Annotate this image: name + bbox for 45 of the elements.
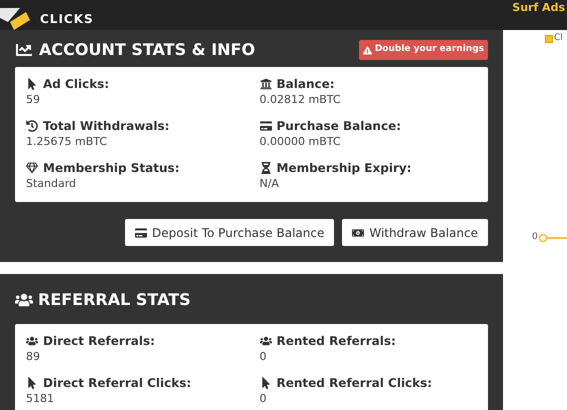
stat-label: Ad Clicks:	[43, 76, 110, 92]
credit-card-icon	[260, 120, 272, 132]
stat-label: Membership Status:	[43, 160, 180, 176]
logo-text: CLICKS	[40, 11, 94, 28]
stat-label: Total Withdrawals:	[43, 118, 170, 134]
banknote-icon	[352, 226, 364, 238]
stat-value: 0.02812 mBTC	[260, 92, 342, 108]
panel-title: REFERRAL STATS	[38, 289, 191, 311]
cursor-icon	[26, 377, 38, 389]
stat-label: Membership Expiry:	[276, 160, 412, 176]
legend-label: Cl	[554, 32, 563, 45]
stat-value: N/A	[260, 176, 280, 192]
diamond-icon	[26, 162, 38, 174]
stat-value: 0.00000 mBTC	[260, 134, 342, 150]
action-button[interactable]: Deposit To Purchase Balance	[125, 219, 334, 246]
stat-value: Standard	[26, 176, 78, 192]
hourglass-icon	[260, 162, 272, 174]
credit-card-icon	[135, 226, 148, 238]
stat-value: 1.25675 mBTC	[26, 134, 108, 150]
legend-swatch	[545, 34, 553, 43]
users-icon	[260, 335, 272, 347]
users-icon	[15, 292, 33, 308]
stat-value: 89	[26, 349, 41, 365]
stat-value: 5181	[26, 391, 55, 407]
stat-value: 0	[260, 391, 268, 407]
stat-label: Rented Referral Clicks:	[276, 375, 432, 391]
warning-icon	[362, 46, 372, 54]
surf-ads-link[interactable]: Surf Ads	[512, 1, 565, 14]
stat-value: 59	[26, 92, 41, 108]
users-icon	[26, 335, 38, 347]
action-button[interactable]: Withdraw Balance	[342, 219, 488, 246]
stat-label: Balance:	[276, 76, 335, 92]
cursor-icon	[260, 377, 272, 389]
stat-label: Direct Referral Clicks:	[43, 375, 192, 391]
stat-label: Direct Referrals:	[43, 333, 155, 349]
stat-value: 0	[260, 349, 268, 365]
axis-tick-label: 0	[532, 231, 538, 244]
chart-line-icon	[15, 42, 33, 58]
history-icon	[26, 120, 38, 132]
promo-badge[interactable]: Double your earnings	[358, 40, 488, 60]
panel-title: ACCOUNT STATS & INFO	[39, 39, 256, 61]
stat-label: Purchase Balance:	[276, 118, 402, 134]
bank-icon	[260, 78, 272, 90]
cursor-icon	[26, 78, 38, 90]
stat-label: Rented Referrals:	[276, 333, 396, 349]
